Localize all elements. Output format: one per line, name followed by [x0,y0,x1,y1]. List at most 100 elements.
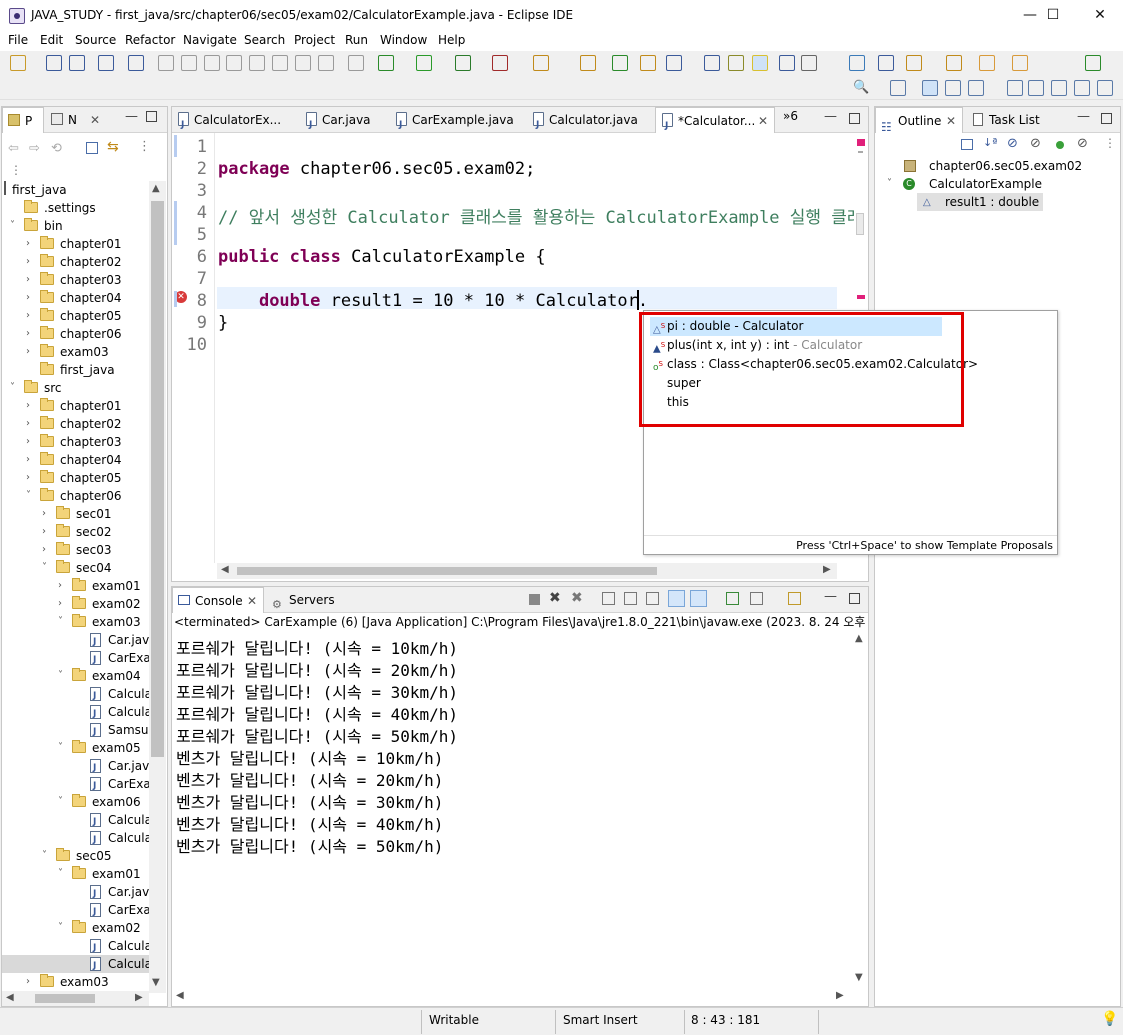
scroll-up-icon[interactable]: ▲ [855,633,863,644]
chevron-down-icon[interactable]: ˅ [26,491,36,501]
close-icon[interactable]: ✕ [247,588,257,614]
debug-perspective-icon[interactable] [945,80,961,96]
clear-console-icon[interactable] [602,592,615,605]
menu-window[interactable]: Window [380,33,427,47]
chevron-down-icon[interactable]: ˅ [887,179,897,189]
tree-file-item[interactable]: CarExamp [2,775,149,795]
annotation-prev-icon[interactable] [906,55,922,71]
view-menu-icon[interactable]: ⋮ [138,139,151,154]
menu-project[interactable]: Project [294,33,335,47]
resource-perspective-icon[interactable] [1097,80,1113,96]
minimize-view-icon[interactable]: — [1077,109,1090,124]
chevron-right-icon[interactable]: › [26,347,36,357]
step-into-icon[interactable] [249,55,265,71]
tree-folder-item[interactable]: › sec03 [2,541,149,559]
tree-folder-item[interactable]: ˅ src [2,379,149,397]
proposal-pi[interactable]: △S pi : double - Calculator [650,317,942,336]
chevron-right-icon[interactable]: › [26,401,36,411]
tree-folder-item[interactable]: › chapter04 [2,289,149,307]
tree-folder-item[interactable]: › sec01 [2,505,149,523]
tree-file-item[interactable]: Car.java [2,757,149,777]
new-java-project-icon[interactable] [533,55,549,71]
chevron-down-icon[interactable]: ˅ [10,383,20,393]
debug-icon[interactable] [378,55,394,71]
tree-folder-item[interactable]: › chapter01 [2,235,149,253]
status-insert-mode[interactable]: Smart Insert [563,1013,638,1027]
minimize-view-icon[interactable]: — [125,109,138,124]
coverage-icon[interactable] [455,55,471,71]
restore-icon[interactable] [1007,80,1023,96]
new-icon[interactable] [10,55,26,71]
chevron-right-icon[interactable]: › [26,455,36,465]
scroll-left-icon[interactable]: ◀ [221,564,229,575]
chevron-right-icon[interactable]: › [42,509,52,519]
tree-folder-item[interactable]: › chapter01 [2,397,149,415]
proposal-super[interactable]: super [650,374,701,393]
chevron-down-icon[interactable]: ˅ [58,869,68,879]
toggle-mark-occurrences-icon[interactable] [728,55,744,71]
minimize-view-icon[interactable]: — [824,109,837,124]
tab-overflow[interactable]: »6 [783,109,798,123]
chevron-down-icon[interactable]: ˅ [58,617,68,627]
tree-folder-item[interactable]: › sec02 [2,523,149,541]
remove-launch-icon[interactable]: ✖ [549,590,561,606]
external-tools-icon[interactable] [492,55,508,71]
tree-folder-item[interactable]: first_java [2,361,149,379]
disconnect-icon[interactable] [226,55,242,71]
scroll-down-icon[interactable]: ▼ [855,972,863,983]
tree-file-item[interactable]: Calculator [2,811,149,831]
menu-file[interactable]: File [8,33,28,47]
chevron-down-icon[interactable]: ˅ [58,671,68,681]
console-vscroll[interactable]: ▲ ▼ [852,631,868,986]
scroll-lock-icon[interactable] [624,592,637,605]
chevron-right-icon[interactable]: › [58,599,68,609]
error-overview-marker[interactable] [857,295,865,299]
tab-active-calculatorexample[interactable]: *Calculator... ✕ [655,107,775,139]
back-icon[interactable] [979,55,995,71]
annotation-next-icon[interactable] [878,55,894,71]
new-class-icon[interactable] [612,55,628,71]
tab-calculatorexample[interactable]: CalculatorEx... [172,107,281,138]
tab-navigator[interactable]: N ✕ [46,107,106,133]
tree-folder-item[interactable]: › chapter02 [2,253,149,271]
tip-lightbulb-icon[interactable]: 💡 [1101,1011,1118,1027]
chevron-right-icon[interactable]: › [26,329,36,339]
save-all-icon[interactable] [69,55,85,71]
console-output[interactable]: 포르쉐가 달립니다! (시속 = 10km/h) 포르쉐가 달립니다! (시속 =… [172,631,852,986]
error-overview-marker[interactable] [857,139,865,146]
chevron-right-icon[interactable]: › [26,977,36,987]
planning-perspective-icon[interactable] [1074,80,1090,96]
tree-folder-item[interactable]: › chapter05 [2,307,149,325]
proposal-class[interactable]: oS class : Class<chapter06.sec05.exam02.… [650,355,978,374]
tab-carexample-java[interactable]: CarExample.java [390,107,514,138]
resume-icon[interactable] [158,55,174,71]
maximize-view-icon[interactable] [146,111,157,122]
tab-calculator-java[interactable]: Calculator.java [527,107,638,138]
chevron-down-icon[interactable]: ˅ [10,221,20,231]
run-icon[interactable] [416,55,432,71]
tree-file-item[interactable]: Calculator [2,685,149,705]
tree-file-item[interactable]: Calculator [2,955,149,975]
chevron-right-icon[interactable]: › [42,545,52,555]
hide-nonpublic-icon[interactable] [1056,141,1064,149]
tree-hscroll[interactable]: ◀ ▶ [2,991,149,1006]
tree-file-item[interactable]: CarExamp [2,901,149,921]
hide-fields-icon[interactable]: ⊘ [1007,136,1018,151]
close-icon[interactable]: ✕ [758,108,768,134]
sort-icon[interactable]: ↓ª [983,136,997,149]
tree-folder-item[interactable]: ˅ sec05 [2,847,149,865]
scroll-right-icon[interactable]: ▶ [823,564,831,575]
tree-folder-item[interactable]: ˅ exam01 [2,865,149,883]
tree-file-item[interactable]: CarExamp [2,649,149,669]
pin-editor-icon[interactable] [1085,55,1101,71]
tree-file-item[interactable]: Calculator [2,703,149,723]
menu-run[interactable]: Run [345,33,368,47]
maximize-view-icon[interactable] [849,113,860,124]
tab-package-explorer[interactable]: P [2,107,44,133]
menu-source[interactable]: Source [75,33,116,47]
tree-file-item[interactable]: SamsungC [2,721,149,741]
maximize-view-icon[interactable] [1101,113,1112,124]
chevron-down-icon[interactable]: ˅ [42,563,52,573]
team-perspective-icon[interactable] [1051,80,1067,96]
tree-root[interactable]: first_java [4,181,67,199]
